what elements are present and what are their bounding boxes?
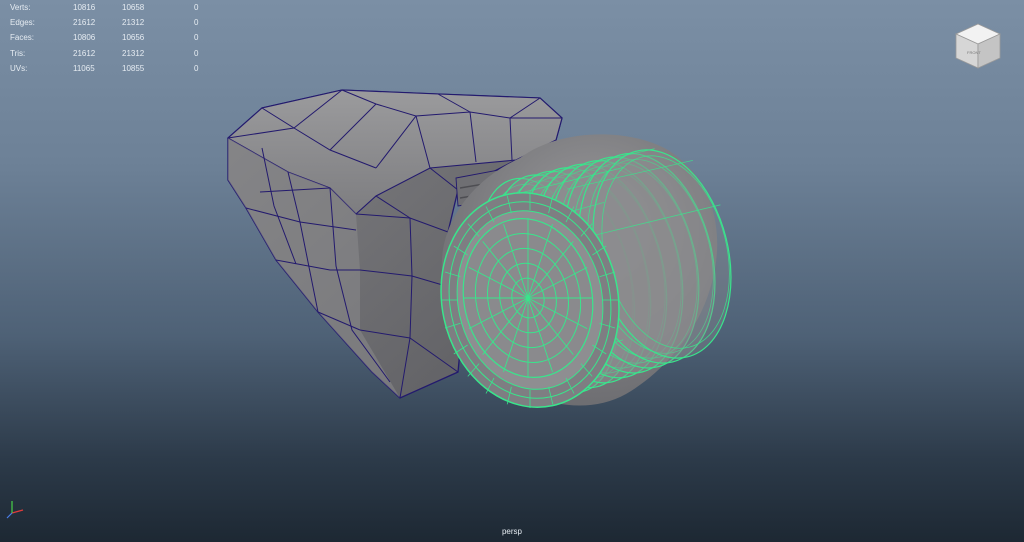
view-cube-face-label: FRONT [967,50,981,55]
hud-row: Edges: 21612 21312 0 [10,15,210,30]
hud-row: Tris: 21612 21312 0 [10,46,210,61]
perspective-viewport[interactable]: Verts: 10816 10658 0 Edges: 21612 21312 0 Faces:… [0,0,1024,542]
hud-stat-label: Faces: [10,33,35,43]
view-cube-icon[interactable]: FRONT [952,20,1004,72]
hud-stat-value: 0 [194,63,199,73]
hud-stat-value: 0 [194,18,199,28]
hud-stat-value: 0 [194,33,199,43]
hud-stat-label: Verts: [10,3,31,12]
poly-count-hud: Verts: 10816 10658 0 Edges: 21612 21312 0 Faces:… [10,0,210,76]
hud-stat-value: 10656 [122,33,145,43]
camera-name-label: persp [501,527,522,536]
hud-stat-value: 21312 [122,48,145,58]
hud-stat-value: 10816 [73,3,96,12]
hud-row: Faces: 10806 10656 0 [10,30,210,45]
hud-row: Verts: 10816 10658 0 [10,0,210,15]
hud-stat-value: 10806 [73,33,96,43]
hud-stat-value: 21612 [73,48,96,58]
scene-canvas[interactable] [0,0,1024,542]
hud-stat-value: 21612 [73,18,96,28]
hud-stat-value: 0 [194,48,199,58]
hud-row: UVs: 11065 10855 0 [10,61,210,76]
hud-stat-value: 0 [194,3,199,12]
hud-stat-value: 11065 [73,63,95,73]
hud-stat-label: UVs: [10,63,28,73]
hud-stat-value: 10658 [122,3,145,12]
axis-gizmo-icon [6,501,24,519]
hud-stat-label: Edges: [10,18,35,28]
hud-stat-label: Tris: [10,48,26,58]
hud-stat-value: 21312 [122,18,145,28]
hud-stat-value: 10855 [122,63,145,73]
